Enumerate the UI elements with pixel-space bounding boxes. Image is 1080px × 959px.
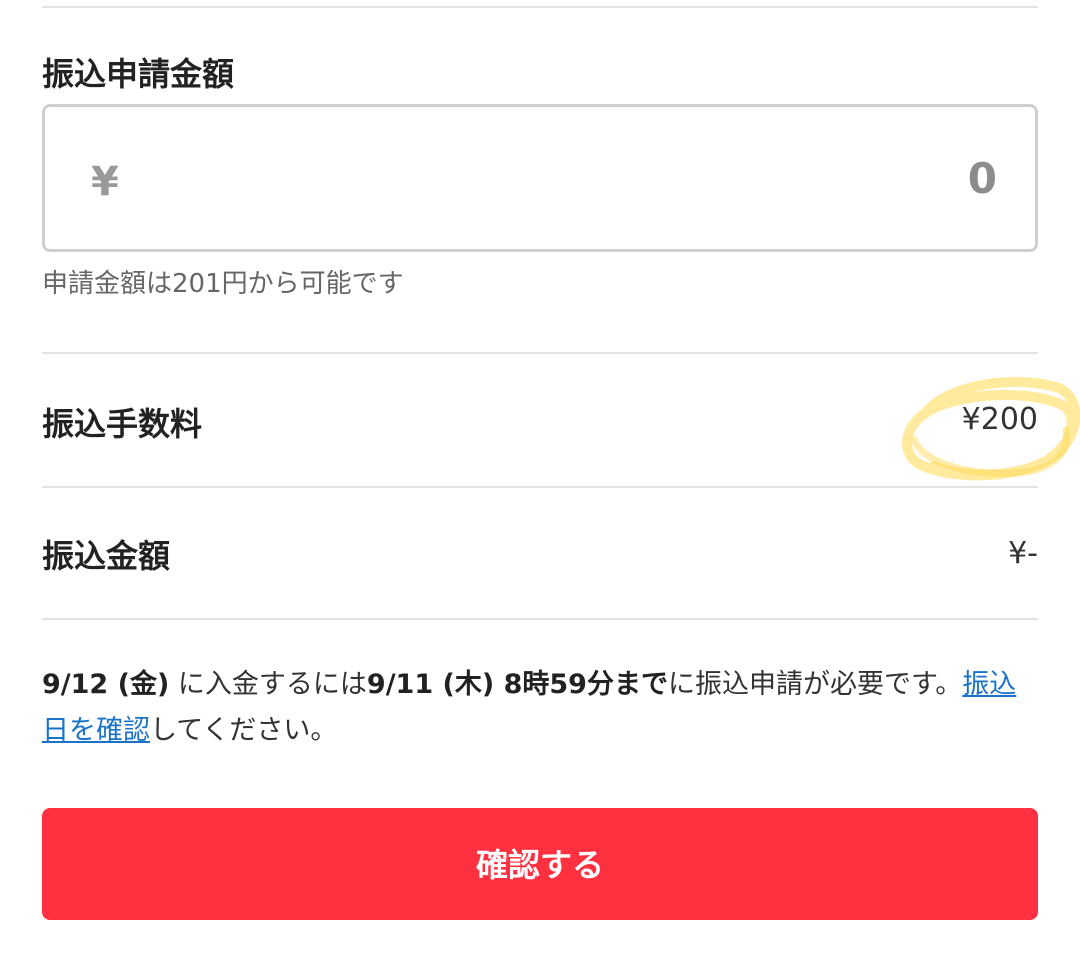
transfer-amount-value: ¥-: [1008, 536, 1038, 571]
section-divider-1: [42, 352, 1038, 354]
deadline-notice: 9/12 (金) に入金するには9/11 (木) 8時59分までに振込申請が必要…: [42, 662, 1038, 754]
confirm-button[interactable]: 確認する: [42, 808, 1038, 920]
section-divider-3: [42, 618, 1038, 620]
deadline-time: 9/11 (木) 8時59分まで: [366, 669, 668, 700]
top-divider: [42, 6, 1038, 8]
deposit-date: 9/12 (金): [42, 669, 170, 700]
notice-text-3: してください。: [150, 715, 338, 746]
fee-value: ¥200: [961, 402, 1038, 437]
section-divider-2: [42, 486, 1038, 488]
notice-text-1: に入金するには: [169, 669, 367, 700]
fee-label: 振込手数料: [42, 405, 203, 443]
transfer-amount-label: 振込金額: [42, 537, 171, 575]
minimum-amount-hint: 申請金額は201円から可能です: [42, 269, 404, 299]
amount-value: 0: [967, 154, 997, 203]
transfer-request-title: 振込申請金額: [42, 55, 235, 93]
notice-text-2: に振込申請が必要です。: [667, 669, 963, 700]
amount-input-field[interactable]: ¥ 0: [42, 104, 1038, 252]
currency-prefix: ¥: [91, 159, 119, 205]
